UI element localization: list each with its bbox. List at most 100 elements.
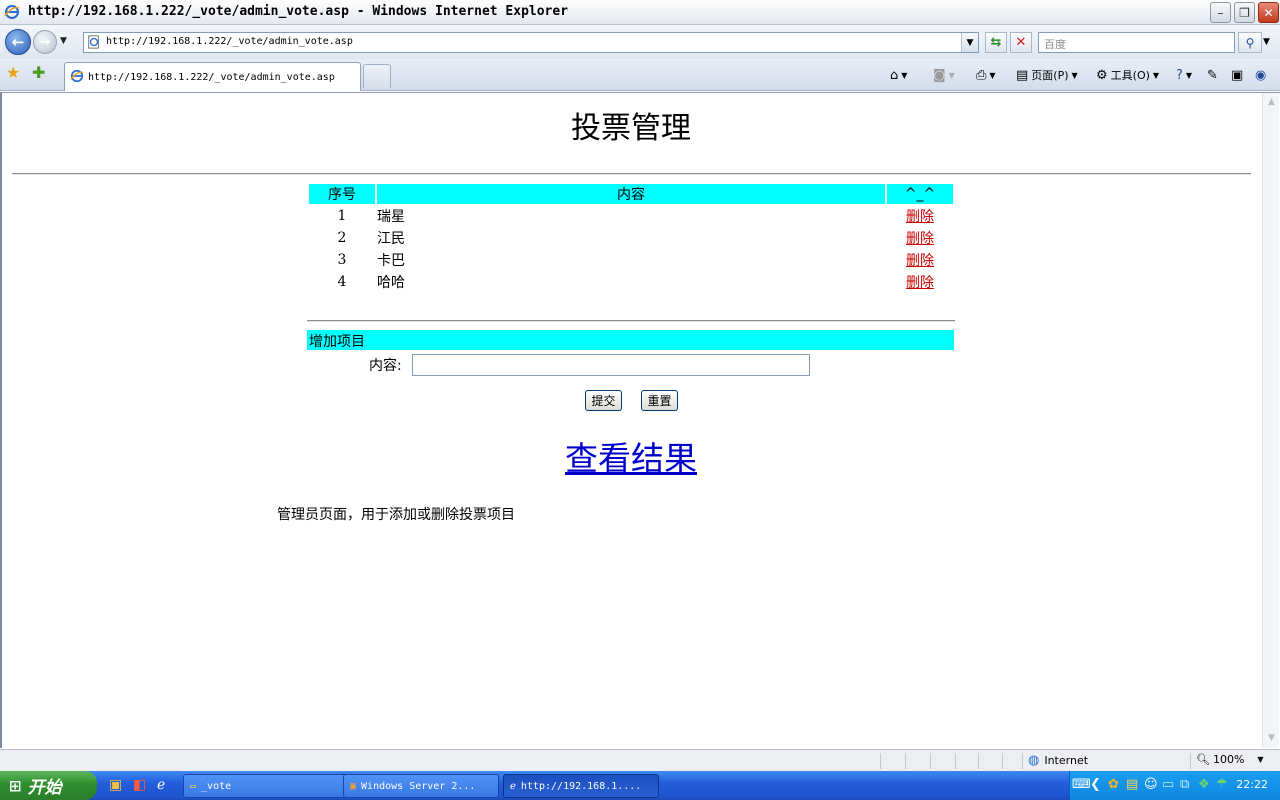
back-button[interactable]: ← (5, 29, 31, 55)
system-tray: ⌨ ❮ ✿ ▤ ☺ ▭ ⧉ ❖ ☂ 22:22 (1069, 771, 1280, 800)
status-separator (1002, 753, 1003, 769)
connection-icon[interactable]: ⧉ (1180, 777, 1189, 792)
scroll-down-icon[interactable]: ▼ (1265, 732, 1278, 745)
feeds-button[interactable]: ◙ ▼ (933, 66, 955, 84)
chevron-down-icon: ▼ (1152, 70, 1160, 80)
close-button[interactable]: ✕ (1258, 2, 1279, 23)
window-titlebar[interactable]: http://192.168.1.222/_vote/admin_vote.as… (0, 0, 1280, 25)
app-quicklaunch-icon[interactable]: ◧ (133, 777, 146, 793)
vote-items-table: 序号 内容 ^_^ 1 瑞星 删除 2 江民 删除 3 卡巴 删除 4 哈哈 删… (307, 182, 955, 294)
row-content: 卡巴 (377, 253, 405, 269)
ie-icon: ℯ (510, 780, 516, 792)
address-bar[interactable]: http://192.168.1.222/_vote/admin_vote.as… (83, 32, 979, 53)
favorites-star-icon[interactable]: ★ (6, 63, 20, 82)
research-icon: ✎ (1207, 67, 1218, 83)
windows-flag-icon: ⊞ (9, 776, 22, 795)
qq-icon[interactable]: ☺ (1144, 777, 1158, 792)
tools-menu[interactable]: ⚙ 工具(O) ▼ (1096, 66, 1159, 84)
messenger-button[interactable]: ◉ (1255, 66, 1266, 84)
delete-link[interactable]: 删除 (906, 253, 934, 269)
minimize-button[interactable]: – (1210, 2, 1231, 23)
security-icon[interactable]: ❖ (1198, 777, 1210, 792)
address-dropdown-button[interactable]: ▼ (961, 33, 978, 52)
rss-icon: ◙ (933, 67, 946, 83)
ie-quicklaunch-icon[interactable]: ℯ (157, 777, 165, 793)
view-results-link[interactable]: 查看结果 (0, 432, 1262, 480)
magnifier-icon: 🔍︎ (1196, 753, 1210, 766)
row-content: 江民 (377, 231, 405, 247)
new-tab-button[interactable] (363, 64, 391, 88)
column-header-action: ^_^ (887, 184, 953, 204)
page-icon (87, 35, 101, 52)
security-zone[interactable]: ◍ Internet (1028, 753, 1088, 768)
zoom-level: 100% (1212, 753, 1245, 766)
page-menu[interactable]: ▤ 页面(P) ▼ (1016, 66, 1078, 84)
tab-current[interactable]: http://192.168.1.222/_vote/admin_vote.as… (64, 62, 361, 91)
add-favorites-icon[interactable]: ✚ (32, 63, 45, 82)
address-url[interactable]: http://192.168.1.222/_vote/admin_vote.as… (106, 36, 353, 47)
stop-icon: ✕ (1015, 35, 1027, 50)
forward-button[interactable]: → (33, 30, 57, 54)
window-title: http://192.168.1.222/_vote/admin_vote.as… (28, 4, 569, 19)
tray-expand-icon[interactable]: ❮ (1090, 777, 1101, 792)
print-button[interactable]: ⎙ ▼ (976, 66, 996, 84)
submit-button[interactable]: 提交 (585, 390, 622, 411)
delete-link[interactable]: 删除 (906, 209, 934, 225)
help-button[interactable]: ? ▼ (1176, 66, 1192, 84)
reset-button[interactable]: 重置 (641, 390, 678, 411)
taskbar-item-server[interactable]: ▣ Windows Server 2... (343, 774, 499, 798)
status-separator (1022, 753, 1023, 769)
status-bar: ◍ Internet 🔍︎ 100% ▼ (0, 749, 1280, 771)
search-input[interactable]: 百度 (1038, 32, 1235, 53)
help-icon: ? (1176, 67, 1183, 83)
stop-button[interactable]: ✕ (1010, 32, 1032, 53)
research-button[interactable]: ✎ (1207, 66, 1218, 84)
content-field-label: 内容: (369, 358, 402, 374)
status-separator (905, 753, 906, 769)
gear-icon: ⚙ (1096, 67, 1108, 83)
start-button[interactable]: ⊞ 开始 (0, 771, 97, 800)
globe-icon: ◍ (1028, 753, 1040, 768)
zoom-control[interactable]: 🔍︎ 100% ▼ (1196, 753, 1264, 766)
taskbar-item-label: http://192.168.1.... (520, 780, 642, 792)
delete-link[interactable]: 删除 (906, 275, 934, 291)
table-row: 4 哈哈 删除 (309, 272, 953, 292)
antivirus-icon[interactable]: ☂ (1216, 777, 1228, 792)
home-button[interactable]: ⌂ ▼ (890, 66, 907, 84)
addon-button[interactable]: ▣ (1231, 66, 1243, 84)
back-arrow-icon: ← (11, 33, 25, 51)
table-row: 2 江民 删除 (309, 228, 953, 248)
refresh-button[interactable]: ⇆ (985, 32, 1007, 53)
tools-menu-label: 工具(O) (1110, 69, 1150, 82)
delete-link[interactable]: 删除 (906, 231, 934, 247)
taskbar-item-browser[interactable]: ℯ http://192.168.1.... (503, 774, 659, 798)
scroll-up-icon[interactable]: ▲ (1265, 96, 1278, 109)
ie-page-icon (70, 69, 84, 86)
search-options-dropdown[interactable]: ▼ (1263, 37, 1270, 47)
monitor-icon[interactable]: ▭ (1162, 777, 1174, 792)
recent-pages-dropdown[interactable]: ▼ (60, 36, 67, 46)
search-placeholder: 百度 (1044, 38, 1066, 51)
search-button[interactable]: ⚲ (1238, 32, 1262, 53)
clock: 22:22 (1236, 778, 1268, 791)
navigation-bar: ← → ▼ http://192.168.1.222/_vote/admin_v… (0, 25, 1280, 59)
content-input[interactable] (412, 354, 810, 376)
admin-note: 管理员页面，用于添加或删除投票项目 (277, 507, 515, 523)
network-icon[interactable]: ▤ (1126, 777, 1138, 792)
column-header-index: 序号 (309, 184, 375, 204)
table-row: 3 卡巴 删除 (309, 250, 953, 270)
row-index: 1 (337, 208, 347, 224)
vertical-scrollbar[interactable]: ▲ ▼ (1262, 93, 1279, 748)
column-header-content: 内容 (377, 184, 885, 204)
page-title: 投票管理 (571, 111, 691, 146)
maximize-button[interactable]: ❐ (1234, 2, 1255, 23)
chevron-down-icon: ▼ (948, 70, 955, 80)
show-desktop-icon[interactable]: ▣ (109, 777, 122, 793)
tab-bar: ★ ✚ http://192.168.1.222/_vote/admin_vot… (0, 59, 1280, 91)
messenger-icon: ◉ (1255, 67, 1267, 83)
keyboard-icon[interactable]: ⌨ (1072, 777, 1091, 792)
ime-icon[interactable]: ✿ (1108, 777, 1119, 792)
tab-label: http://192.168.1.222/_vote/admin_vote.as… (88, 72, 335, 83)
start-label: 开始 (27, 778, 62, 798)
add-item-heading: 增加项目 (307, 330, 954, 350)
